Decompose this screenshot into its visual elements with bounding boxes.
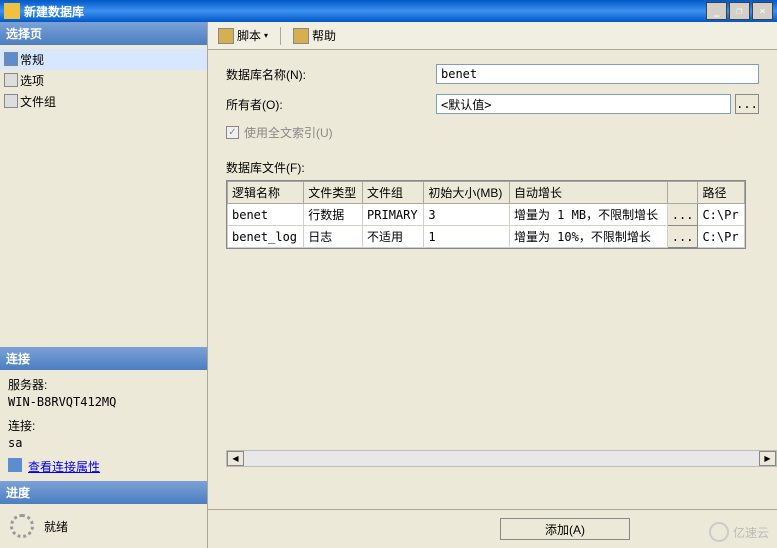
progress-header: 进度 xyxy=(0,481,207,504)
server-label: 服务器: xyxy=(8,376,199,393)
fulltext-label: 使用全文索引(U) xyxy=(244,124,333,141)
db-files-label: 数据库文件(F): xyxy=(226,159,759,176)
dropdown-icon[interactable]: ▾ xyxy=(264,31,268,40)
col-growth-btn[interactable] xyxy=(667,182,698,204)
progress-status: 就绪 xyxy=(44,518,68,535)
restore-button[interactable]: ❐ xyxy=(729,2,750,20)
title-bar: 新建数据库 _ ❐ ✕ xyxy=(0,0,777,22)
table-row[interactable]: benet 行数据 PRIMARY 3 增量为 1 MB，不限制增长 ... C… xyxy=(228,204,745,226)
owner-browse-button[interactable]: ... xyxy=(735,94,759,114)
minimize-button[interactable]: _ xyxy=(706,2,727,20)
db-name-input[interactable] xyxy=(436,64,759,84)
files-grid[interactable]: 逻辑名称 文件类型 文件组 初始大小(MB) 自动增长 路径 benet 行数 xyxy=(226,180,746,249)
connection-value: sa xyxy=(8,436,199,450)
growth-edit-button[interactable]: ... xyxy=(667,204,698,226)
view-connection-properties-link[interactable]: 查看连接属性 xyxy=(8,458,199,475)
window-title: 新建数据库 xyxy=(24,3,706,20)
db-name-label: 数据库名称(N): xyxy=(226,66,436,83)
script-icon xyxy=(218,28,234,44)
connection-header: 连接 xyxy=(0,347,207,370)
progress-spinner-icon xyxy=(10,514,34,538)
nav-item-filegroups[interactable]: 文件组 xyxy=(0,91,207,112)
add-button[interactable]: 添加(A) xyxy=(500,518,630,540)
app-icon xyxy=(4,3,20,19)
help-button[interactable]: 帮助 xyxy=(289,25,340,46)
watermark-icon xyxy=(709,522,729,542)
main-panel: 脚本 ▾ 帮助 数据库名称(N): 所有者(O): ... ✓ 使用全文索引(U… xyxy=(208,22,777,548)
select-page-header: 选择页 xyxy=(0,22,207,45)
script-button[interactable]: 脚本 ▾ xyxy=(214,25,272,46)
scroll-right-icon[interactable]: ▶ xyxy=(759,451,776,466)
col-logical-name[interactable]: 逻辑名称 xyxy=(228,182,304,204)
watermark: 亿速云 xyxy=(709,522,769,542)
owner-label: 所有者(O): xyxy=(226,96,436,113)
sidebar: 选择页 常规 选项 文件组 连接 服务器: WIN-B8RVQT412MQ 连接… xyxy=(0,22,208,548)
col-file-group[interactable]: 文件组 xyxy=(363,182,424,204)
toolbar-separator xyxy=(280,27,281,45)
close-button[interactable]: ✕ xyxy=(752,2,773,20)
table-row[interactable]: benet_log 日志 不适用 1 增量为 10%，不限制增长 ... C:\… xyxy=(228,226,745,248)
nav-list: 常规 选项 文件组 xyxy=(0,45,207,116)
col-path[interactable]: 路径 xyxy=(698,182,745,204)
col-autogrowth[interactable]: 自动增长 xyxy=(509,182,667,204)
growth-edit-button[interactable]: ... xyxy=(667,226,698,248)
connection-label: 连接: xyxy=(8,417,199,434)
col-file-type[interactable]: 文件类型 xyxy=(304,182,363,204)
toolbar: 脚本 ▾ 帮助 xyxy=(208,22,777,50)
scroll-left-icon[interactable]: ◀ xyxy=(227,451,244,466)
col-initial-size[interactable]: 初始大小(MB) xyxy=(424,182,510,204)
server-value: WIN-B8RVQT412MQ xyxy=(8,395,199,409)
owner-input[interactable] xyxy=(436,94,731,114)
fulltext-checkbox: ✓ xyxy=(226,126,239,139)
nav-item-options[interactable]: 选项 xyxy=(0,70,207,91)
footer: 添加(A) xyxy=(208,509,777,548)
nav-item-general[interactable]: 常规 xyxy=(0,49,207,70)
horizontal-scrollbar[interactable]: ◀ ▶ xyxy=(226,450,777,467)
help-icon xyxy=(293,28,309,44)
